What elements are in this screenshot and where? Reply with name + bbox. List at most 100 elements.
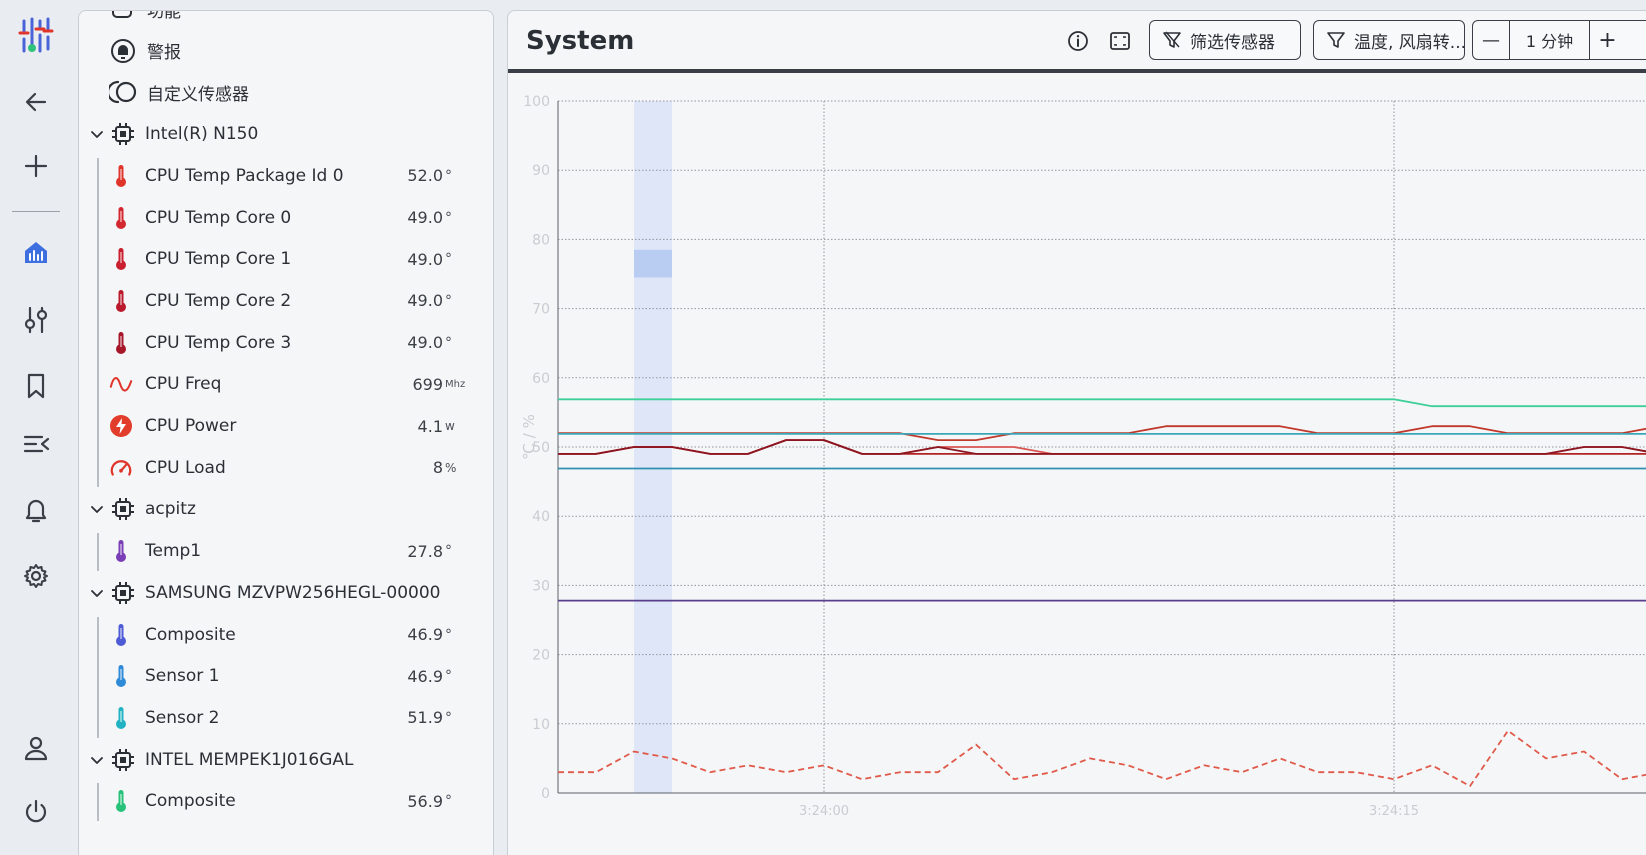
- list-collapse-icon[interactable]: [14, 424, 58, 464]
- sensor-value: 49.0: [407, 249, 443, 269]
- thermometer-icon: [109, 164, 133, 188]
- sensor-item[interactable]: Composite 46.9 °: [79, 615, 493, 655]
- sensor-unit: °: [445, 251, 452, 268]
- chart-window: System 筛选传感器 温度, 风扇转... — 1 分钟 + 0 10 20 30…: [507, 10, 1646, 855]
- chevron-down-icon[interactable]: [89, 752, 105, 768]
- back-arrow-icon[interactable]: [14, 82, 58, 122]
- sensor-panel: 功能警报自定义传感器 Intel(R) N150 CPU Temp Package …: [78, 10, 494, 855]
- sensor-name: Composite: [145, 624, 236, 645]
- y-tick-label: 20: [532, 648, 550, 664]
- filter-sensors-button[interactable]: 筛选传感器: [1149, 20, 1301, 60]
- bell-icon[interactable]: [14, 490, 58, 530]
- sidebar-item-custom-sensors[interactable]: 自定义传感器: [79, 72, 493, 112]
- minus-icon: —: [1482, 29, 1500, 51]
- frequency-wave-icon: [109, 372, 133, 396]
- sensor-unit: °: [445, 292, 452, 309]
- sensor-value: 49.0: [407, 208, 443, 227]
- y-tick-label: 90: [532, 163, 550, 179]
- thermometer-icon: [109, 247, 133, 271]
- sensor-item[interactable]: CPU Temp Core 0 49.0 °: [79, 198, 493, 238]
- sensor-name: Sensor 1: [145, 666, 220, 687]
- add-icon[interactable]: [14, 146, 58, 186]
- time-window-value: 1 分钟: [1509, 21, 1589, 59]
- sensor-group-header[interactable]: Intel(R) N150: [79, 114, 493, 154]
- sensor-value: 52.0: [407, 166, 443, 186]
- filter-off-icon: [1162, 30, 1182, 50]
- sensor-item[interactable]: Sensor 1 46.9 °: [79, 656, 493, 696]
- app-logo-icon[interactable]: [14, 15, 58, 55]
- y-tick-label: 80: [532, 232, 550, 248]
- increase-time-button[interactable]: +: [1589, 21, 1625, 59]
- group-tree-line: [97, 157, 99, 488]
- user-icon[interactable]: [14, 728, 58, 768]
- sensor-group-header[interactable]: acpitz: [79, 489, 493, 529]
- y-tick-label: 100: [523, 94, 550, 110]
- sliders-icon[interactable]: [14, 300, 58, 340]
- sensor-type-filter-button[interactable]: 温度, 风扇转...: [1313, 20, 1466, 60]
- sensor-item[interactable]: CPU Load 8%: [79, 448, 493, 488]
- sensor-item[interactable]: CPU Temp Core 2 49.0 °: [79, 281, 493, 321]
- thermometer-icon: [109, 206, 133, 230]
- y-tick-label: 30: [532, 578, 550, 594]
- info-icon[interactable]: [1066, 29, 1090, 53]
- fullscreen-icon[interactable]: [1108, 29, 1132, 53]
- icon-rail: [0, 0, 72, 855]
- sensor-value: 699: [412, 374, 443, 394]
- sidebar-item-features[interactable]: 功能: [79, 11, 493, 29]
- sensor-item[interactable]: Temp1 27.8 °: [79, 531, 493, 571]
- sensor-group-header[interactable]: SAMSUNG MZVPW256HEGL-00000: [79, 573, 493, 613]
- sensor-name: CPU Temp Core 2: [145, 290, 292, 311]
- gauge-icon: [109, 456, 133, 480]
- sensor-value: 56.9: [407, 791, 443, 811]
- group-tree-line: [97, 533, 99, 571]
- sensor-name: CPU Temp Core 1: [145, 249, 292, 270]
- sidebar-item-label: 自定义传感器: [147, 84, 249, 105]
- sensor-item[interactable]: CPU Temp Core 1 49.0 °: [79, 239, 493, 279]
- sensor-name: Sensor 2: [145, 707, 220, 728]
- chevron-down-icon[interactable]: [89, 126, 105, 142]
- chevron-down-icon[interactable]: [89, 585, 105, 601]
- sensor-unit: Mhz: [445, 378, 466, 390]
- decrease-time-button[interactable]: —: [1473, 21, 1509, 59]
- y-tick-label: 40: [532, 509, 550, 525]
- thermometer-icon: [109, 706, 133, 730]
- sensor-group-header[interactable]: INTEL MEMPEK1J016GAL: [79, 740, 493, 780]
- y-axis-label: ℃ / %: [520, 414, 538, 460]
- sensor-item[interactable]: CPU Temp Core 3 49.0 °: [79, 323, 493, 363]
- alarm-bell-icon: [109, 37, 137, 69]
- sensor-value: 4.1: [417, 416, 443, 436]
- y-tick-label: 70: [532, 302, 550, 318]
- chart-header: System 筛选传感器 温度, 风扇转... — 1 分钟 +: [508, 11, 1646, 71]
- sensor-name: CPU Freq: [145, 374, 222, 395]
- plus-icon: +: [1598, 27, 1617, 53]
- sensor-value: 27.8: [407, 541, 443, 561]
- thermometer-icon: [109, 539, 133, 563]
- filter-icon: [1326, 30, 1346, 50]
- hover-tooltip-marker: [634, 249, 672, 278]
- sensor-unit: °: [445, 209, 452, 226]
- feature-icon: [109, 11, 135, 25]
- sensor-name: CPU Temp Core 3: [145, 332, 292, 353]
- sensor-item[interactable]: CPU Power 4.1 w: [79, 406, 493, 446]
- sensor-value: 51.9: [407, 708, 443, 728]
- sensor-item[interactable]: CPU Temp Package Id 0 52.0 °: [79, 156, 493, 196]
- dashboard-home-icon[interactable]: [14, 232, 58, 272]
- sensor-group-label: Intel(R) N150: [145, 124, 259, 145]
- chevron-down-icon[interactable]: [89, 501, 105, 517]
- sensor-unit: °: [445, 626, 452, 643]
- y-tick-label: 0: [541, 786, 550, 802]
- sensor-unit: °: [445, 793, 452, 810]
- sensor-item[interactable]: Composite 56.9 °: [79, 781, 493, 821]
- sensor-unit: °: [445, 334, 452, 351]
- chip-icon: [111, 122, 135, 150]
- filter-sensors-label: 筛选传感器: [1190, 32, 1275, 53]
- bookmark-icon[interactable]: [14, 366, 58, 406]
- power-icon[interactable]: [14, 792, 58, 832]
- gear-icon[interactable]: [14, 556, 58, 596]
- sensor-item[interactable]: Sensor 2 51.9 °: [79, 698, 493, 738]
- sensor-name: CPU Load: [145, 457, 226, 478]
- sensor-item[interactable]: CPU Freq 699 Mhz: [79, 364, 493, 404]
- sidebar-item-label: 警报: [147, 43, 181, 64]
- sidebar-item-alerts[interactable]: 警报: [79, 31, 493, 71]
- sensor-line-chart: 01020304050607080901003:24:00 3:24:15℃ / …: [520, 94, 1646, 819]
